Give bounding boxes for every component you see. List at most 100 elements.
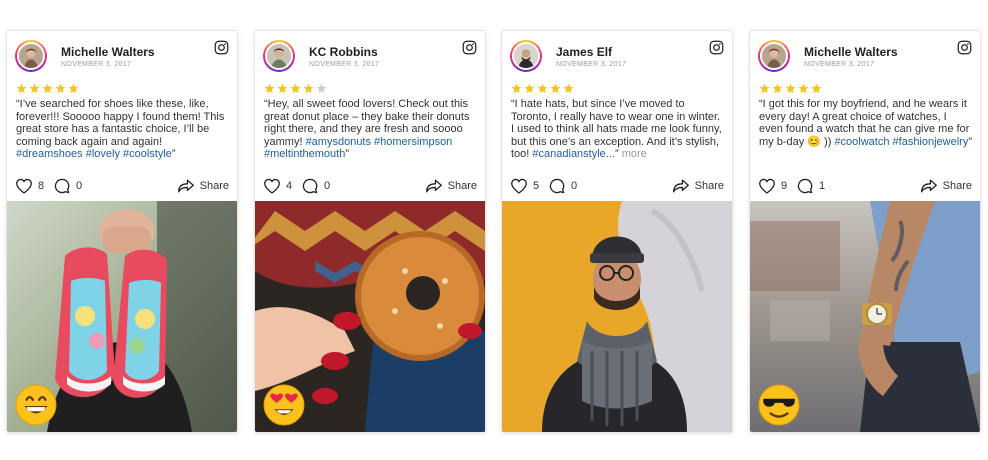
wristwatch-photo[interactable]: [750, 201, 980, 432]
heart-icon: [16, 178, 32, 194]
post-date: NOVEMBER 3, 2017: [61, 61, 132, 68]
like-count: 9: [781, 180, 788, 192]
review-card: James Elf NOVEMBER 3, 2017 “I hate hats,…: [501, 30, 733, 433]
comment-icon: [302, 178, 318, 194]
hashtags[interactable]: #coolwatch #fashionjewelry: [834, 136, 968, 148]
star-icon: [563, 83, 574, 94]
like-count: 4: [286, 180, 293, 192]
star-icon: [811, 83, 822, 94]
star-icon: [29, 83, 40, 94]
comment-icon: [797, 178, 813, 194]
user-name[interactable]: Michelle Walters: [804, 45, 898, 59]
star-icon: [550, 83, 561, 94]
user-name[interactable]: James Elf: [556, 45, 612, 59]
review-body: I’ve searched for shoes like these, like…: [16, 98, 225, 148]
share-button[interactable]: Share: [672, 178, 724, 194]
star-icon: [759, 83, 770, 94]
comment-button[interactable]: 0: [53, 178, 82, 194]
star-icon: [55, 83, 66, 94]
instagram-icon[interactable]: [709, 40, 724, 55]
review-text: “Hey, all sweet food lovers! Check out t…: [264, 98, 470, 161]
like-button[interactable]: 4: [263, 178, 292, 194]
card-header: Michelle Walters NOVEMBER 3, 2017: [15, 40, 229, 76]
action-bar: 5 0 Share: [510, 176, 724, 196]
share-icon: [425, 179, 442, 193]
card-header: KC Robbins NOVEMBER 3, 2017: [263, 40, 477, 76]
avatar[interactable]: [510, 40, 542, 72]
review-card: KC Robbins NOVEMBER 3, 2017 “Hey, all sw…: [254, 30, 486, 433]
like-button[interactable]: 8: [15, 178, 44, 194]
card-header: James Elf NOVEMBER 3, 2017: [510, 40, 724, 76]
star-icon: [42, 83, 53, 94]
shoes-photo[interactable]: [7, 201, 237, 432]
comment-icon: [54, 178, 70, 194]
action-bar: 8 0 Share: [15, 176, 229, 196]
like-button[interactable]: 5: [510, 178, 539, 194]
like-count: 8: [38, 180, 45, 192]
comment-count: 1: [819, 180, 826, 192]
like-count: 5: [533, 180, 540, 192]
review-card: Michelle Walters NOVEMBER 3, 2017 “I got…: [749, 30, 981, 433]
share-button[interactable]: Share: [920, 178, 972, 194]
review-text: “I’ve searched for shoes like these, lik…: [16, 98, 225, 161]
share-icon: [672, 179, 689, 193]
hashtags[interactable]: #dreamshoes #lovely #coolstyle: [16, 148, 172, 160]
donut-photo[interactable]: [255, 201, 485, 432]
comment-button[interactable]: 0: [548, 178, 577, 194]
heart-icon: [511, 178, 527, 194]
heart-icon: [264, 178, 280, 194]
star-rating: [759, 83, 822, 94]
star-icon: [772, 83, 783, 94]
post-date: NOVEMBER 3, 2017: [309, 61, 380, 68]
share-label: Share: [447, 180, 477, 192]
user-name[interactable]: Michelle Walters: [61, 45, 155, 59]
card-header: Michelle Walters NOVEMBER 3, 2017: [758, 40, 972, 76]
instagram-icon[interactable]: [214, 40, 229, 55]
share-label: Share: [942, 180, 972, 192]
comment-count: 0: [76, 180, 83, 192]
share-icon: [920, 179, 937, 193]
review-text: “I hate hats, but since I’ve moved to To…: [511, 98, 722, 161]
more-link[interactable]: more: [622, 148, 647, 160]
post-date: NOVEMBER 3, 2017: [804, 61, 875, 68]
star-icon: [264, 83, 275, 94]
action-bar: 9 1 Share: [758, 176, 972, 196]
star-rating: [16, 83, 79, 94]
action-bar: 4 0 Share: [263, 176, 477, 196]
instagram-icon[interactable]: [957, 40, 972, 55]
instagram-icon[interactable]: [462, 40, 477, 55]
like-button[interactable]: 9: [758, 178, 787, 194]
share-icon: [177, 179, 194, 193]
post-date: NOVEMBER 3, 2017: [556, 61, 627, 68]
star-icon: [290, 83, 301, 94]
avatar[interactable]: [15, 40, 47, 72]
comment-button[interactable]: 1: [796, 178, 825, 194]
avatar[interactable]: [758, 40, 790, 72]
star-icon: [277, 83, 288, 94]
star-rating: [511, 83, 574, 94]
comment-button[interactable]: 0: [301, 178, 330, 194]
share-label: Share: [694, 180, 724, 192]
man-in-hat-photo[interactable]: [502, 201, 732, 432]
review-text: “I got this for my boyfriend, and he wea…: [759, 98, 973, 148]
review-card: Michelle Walters NOVEMBER 3, 2017 “I’ve …: [6, 30, 238, 433]
user-name[interactable]: KC Robbins: [309, 45, 378, 59]
star-icon: [68, 83, 79, 94]
star-icon: [511, 83, 522, 94]
hashtags[interactable]: #canadianstyle...: [532, 148, 615, 160]
comment-count: 0: [324, 180, 331, 192]
star-icon: [785, 83, 796, 94]
share-label: Share: [199, 180, 229, 192]
avatar[interactable]: [263, 40, 295, 72]
review-wall: Michelle Walters NOVEMBER 3, 2017 “I’ve …: [6, 30, 982, 433]
share-button[interactable]: Share: [177, 178, 229, 194]
comment-count: 0: [571, 180, 578, 192]
share-button[interactable]: Share: [425, 178, 477, 194]
heart-icon: [759, 178, 775, 194]
grinning-face-emoji: [15, 384, 57, 426]
heart-eyes-emoji: [263, 384, 305, 426]
star-icon: [524, 83, 535, 94]
star-icon: [16, 83, 27, 94]
star-icon: [303, 83, 314, 94]
star-empty-icon: [316, 83, 327, 94]
